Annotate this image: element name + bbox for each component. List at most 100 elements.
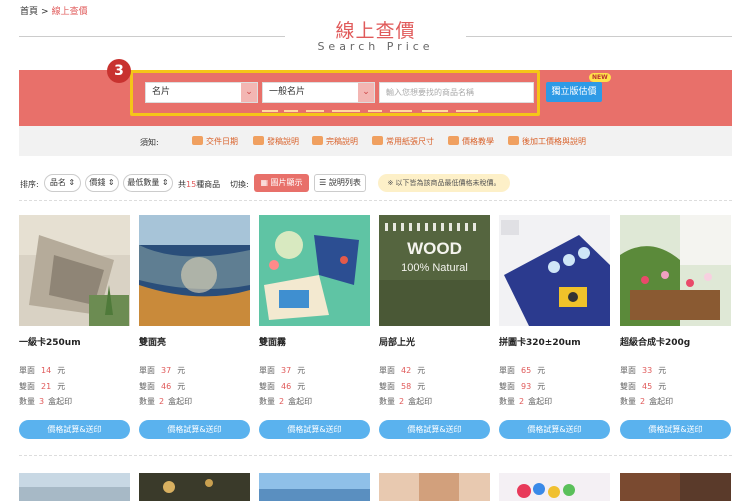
product-image[interactable] — [19, 473, 130, 501]
list-view-button[interactable]: ☰ 說明列表 — [314, 174, 366, 192]
qty-unit: 盒起印 — [48, 397, 73, 406]
notice-link-label: 後加工價格與說明 — [522, 137, 586, 146]
product-card[interactable]: WOOD 100% Natural 局部上光 單面 42 元 雙面 58 元 數量 2 盒起… — [379, 215, 490, 439]
single-price: 37 — [161, 366, 172, 375]
product-name[interactable]: 超級合成卡200g — [620, 335, 690, 348]
notice-link-submission[interactable]: 發稿說明 — [253, 136, 299, 147]
double-label: 雙面 — [620, 382, 636, 391]
page-subtitle: Search Price — [317, 40, 434, 53]
price-unit: 元 — [177, 366, 186, 375]
sort-arrows-icon: ⇕ — [161, 178, 169, 187]
single-price: 33 — [642, 366, 653, 375]
double-price: 21 — [41, 382, 52, 391]
price-calc-button[interactable]: 價格試算&送印 — [499, 420, 610, 439]
divider — [19, 455, 732, 456]
product-name[interactable]: 拼圖卡320±20um — [499, 335, 581, 348]
price-unit: 元 — [57, 366, 66, 375]
product-name[interactable]: 局部上光 — [379, 335, 415, 348]
single-price-row: 單面 65 元 — [499, 365, 545, 376]
double-label: 雙面 — [379, 382, 395, 391]
product-photo-graphic — [379, 473, 490, 501]
product-image[interactable] — [379, 473, 490, 501]
standalone-estimate-button[interactable]: 獨立版估價 — [546, 82, 602, 102]
sort-by-min-qty-chip[interactable]: 最低數量 ⇕ — [123, 174, 173, 192]
notice-link-label: 常用紙張尺寸 — [386, 137, 434, 146]
price-calc-button[interactable]: 價格試算&送印 — [379, 420, 490, 439]
product-image[interactable] — [259, 473, 370, 501]
product-image[interactable]: WOOD 100% Natural — [379, 215, 490, 326]
min-qty: 2 — [399, 397, 405, 406]
product-name[interactable]: 一級卡250um — [19, 335, 81, 348]
notice-link-price-guide[interactable]: 價格教學 — [448, 136, 494, 147]
product-card[interactable]: 一級卡250um 單面 14 元 雙面 21 元 數量 3 盒起印 價格試算&送印 — [19, 215, 130, 439]
product-photo-graphic — [19, 473, 130, 501]
notice-label: 須知: — [140, 138, 159, 147]
total-prefix: 共 — [178, 180, 186, 189]
product-image[interactable] — [499, 215, 610, 326]
price-calc-button[interactable]: 價格試算&送印 — [139, 420, 250, 439]
sort-label: 排序: — [20, 180, 39, 189]
product-card[interactable]: 雙面亮 單面 37 元 雙面 46 元 數量 2 盒起印 價格試算&送印 — [139, 215, 250, 439]
product-image[interactable] — [19, 215, 130, 326]
qty-label: 數量 — [19, 397, 35, 406]
product-image[interactable] — [139, 215, 250, 326]
price-unit: 元 — [417, 366, 426, 375]
price-calc-button[interactable]: 價格試算&送印 — [620, 420, 731, 439]
min-qty-row: 數量 2 盒起印 — [259, 396, 312, 407]
price-unit: 元 — [537, 366, 546, 375]
product-card[interactable]: 雙面霧 單面 37 元 雙面 46 元 數量 2 盒起印 價格試算&送印 — [259, 215, 370, 439]
sort-by-name-chip[interactable]: 品名 ⇕ — [44, 174, 81, 192]
product-photo-graphic — [259, 473, 370, 501]
single-price-row: 單面 37 元 — [139, 365, 185, 376]
double-price-row: 雙面 46 元 — [259, 381, 305, 392]
min-qty: 2 — [279, 397, 285, 406]
double-price-row: 雙面 45 元 — [620, 381, 666, 392]
product-photo-graphic — [139, 473, 250, 501]
price-calc-button[interactable]: 價格試算&送印 — [259, 420, 370, 439]
document-icon — [372, 136, 383, 145]
single-label: 單面 — [259, 366, 275, 375]
product-name[interactable]: 雙面霧 — [259, 335, 286, 348]
product-image[interactable] — [620, 215, 731, 326]
notice-link-delivery-date[interactable]: 交件日期 — [192, 136, 238, 147]
price-unit: 元 — [297, 366, 306, 375]
min-qty-row: 數量 3 盒起印 — [19, 396, 72, 407]
list-view-label: 說明列表 — [328, 178, 361, 187]
product-card[interactable]: 超級合成卡200g 單面 33 元 雙面 45 元 數量 2 盒起印 價格試算&送印 — [620, 215, 731, 439]
qty-label: 數量 — [139, 397, 155, 406]
qty-label: 數量 — [379, 397, 395, 406]
product-photo-graphic — [620, 473, 731, 501]
notice-link-label: 完稿說明 — [326, 137, 358, 146]
total-suffix: 種商品 — [196, 180, 221, 189]
single-label: 單面 — [620, 366, 636, 375]
product-card[interactable]: 拼圖卡320±20um 單面 65 元 雙面 93 元 數量 2 盒起印 價格試算&送印 — [499, 215, 610, 439]
list-icon: ☰ — [319, 178, 327, 187]
notice-link-finishing[interactable]: 後加工價格與說明 — [508, 136, 586, 147]
min-qty-row: 數量 2 盒起印 — [620, 396, 673, 407]
qty-unit: 盒起印 — [528, 397, 553, 406]
product-image[interactable] — [139, 473, 250, 501]
product-image[interactable] — [259, 215, 370, 326]
product-image[interactable] — [499, 473, 610, 501]
sort-arrows-icon: ⇕ — [107, 178, 115, 187]
product-photo-graphic — [620, 215, 731, 326]
notice-link-paper-size[interactable]: 常用紙張尺寸 — [372, 136, 434, 147]
price-unit: 元 — [177, 382, 186, 391]
grid-view-button[interactable]: ▦ 圖片顯示 — [254, 174, 309, 192]
tax-notice: ※ 以下皆為該商品最低價格未稅價。 — [378, 174, 510, 192]
total-count: 15 — [186, 180, 197, 189]
sort-by-price-chip[interactable]: 價錢 ⇕ — [85, 174, 119, 192]
min-qty: 2 — [519, 397, 525, 406]
product-name[interactable]: 雙面亮 — [139, 335, 166, 348]
min-qty: 2 — [159, 397, 165, 406]
double-label: 雙面 — [259, 382, 275, 391]
single-price-row: 單面 33 元 — [620, 365, 666, 376]
price-unit: 元 — [57, 382, 66, 391]
notice-link-artwork[interactable]: 完稿說明 — [312, 136, 358, 147]
price-unit: 元 — [658, 366, 667, 375]
product-photo-graphic — [499, 473, 610, 501]
price-calc-button[interactable]: 價格試算&送印 — [19, 420, 130, 439]
product-image[interactable] — [620, 473, 731, 501]
wood-subtitle-text: 100% Natural — [401, 262, 468, 274]
single-label: 單面 — [19, 366, 35, 375]
